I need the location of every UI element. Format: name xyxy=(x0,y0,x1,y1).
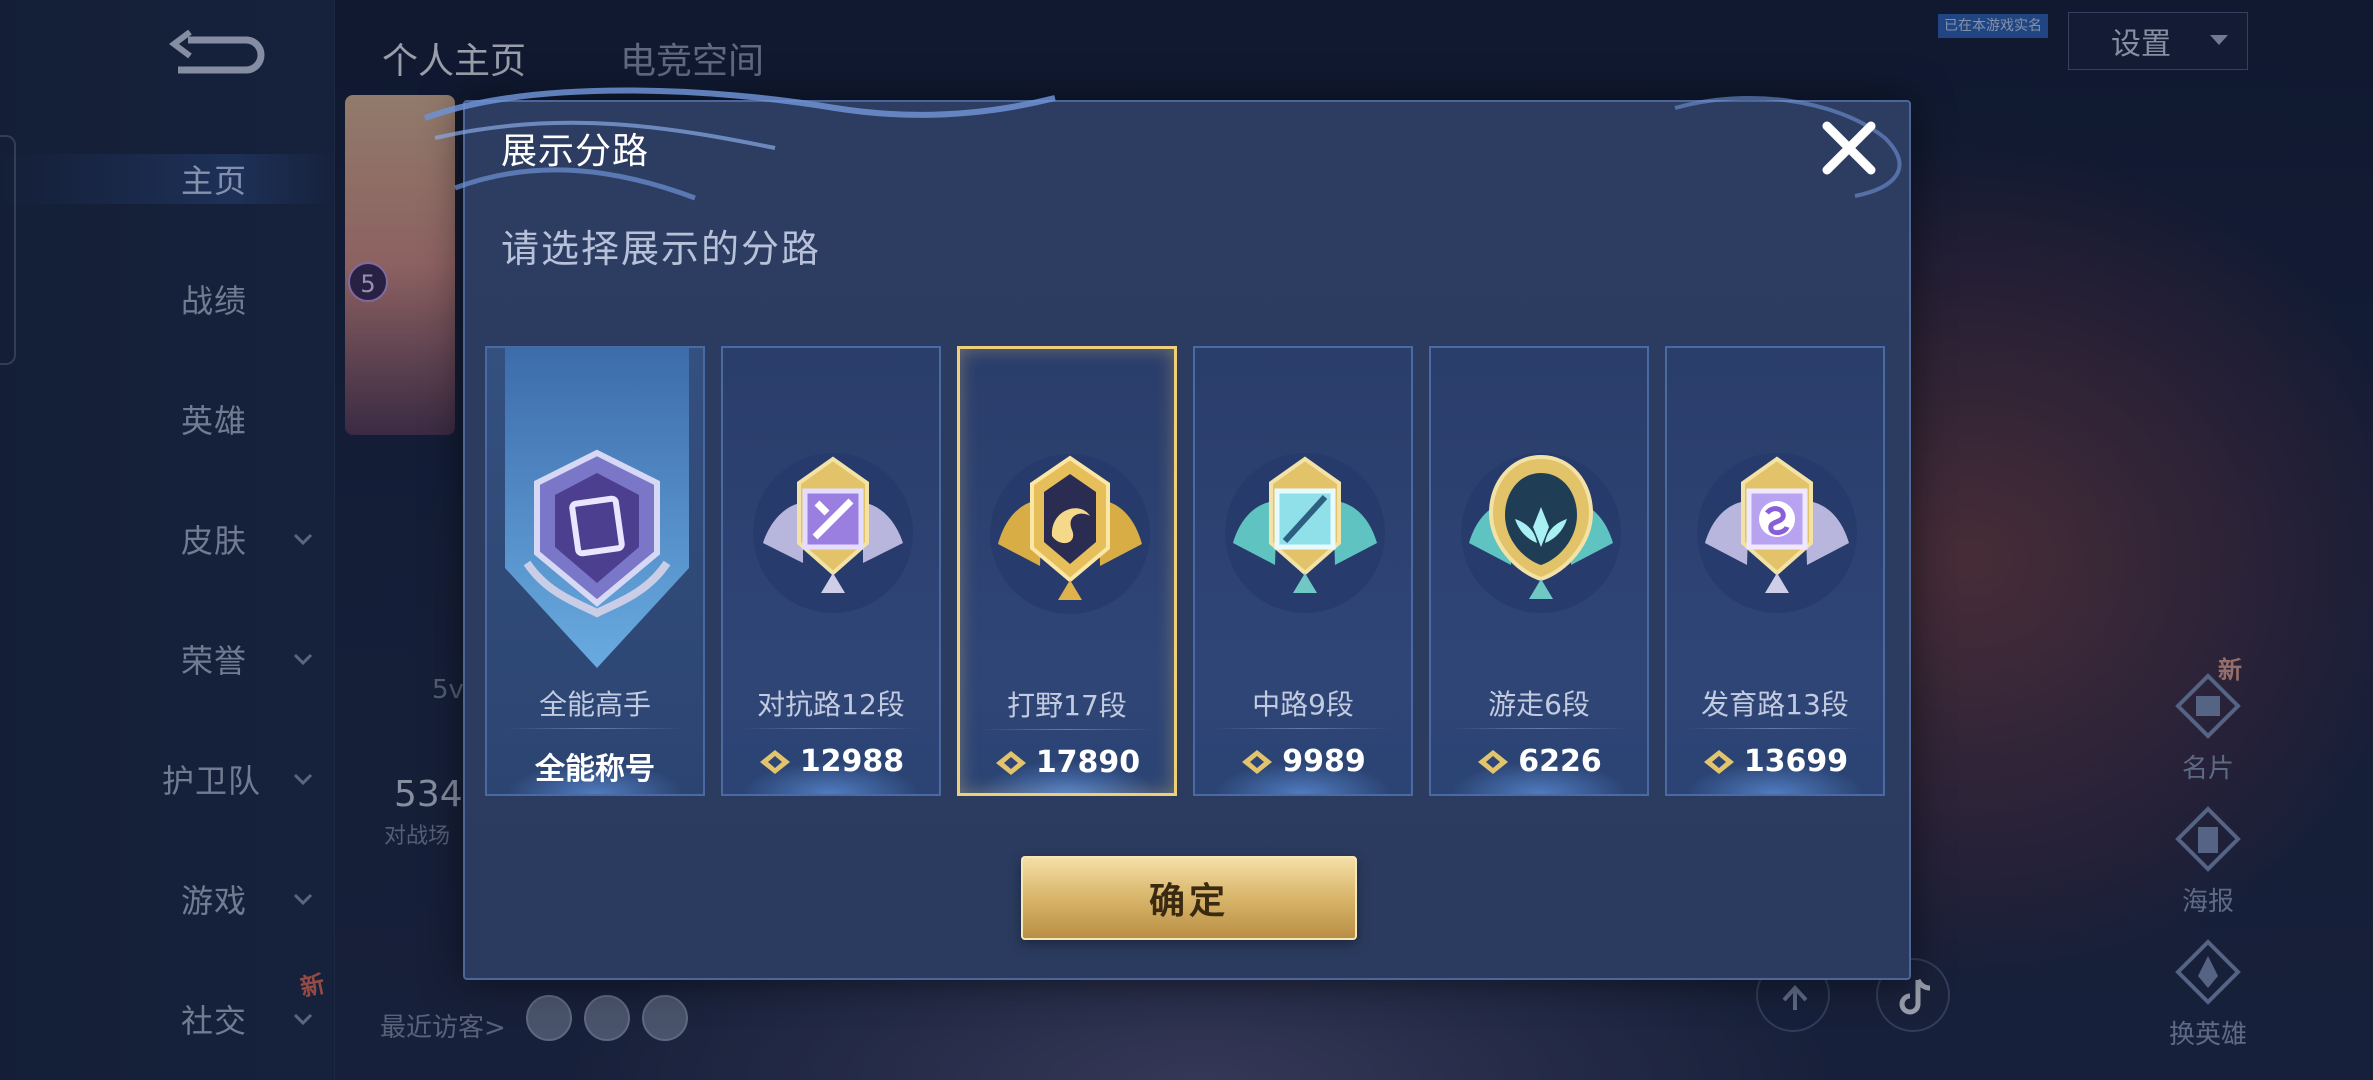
lane-card-name: 游走6段 xyxy=(1488,688,1590,721)
lane-card-jungle[interactable]: 打野17段 17890 xyxy=(957,346,1177,796)
lane-points-icon xyxy=(1703,749,1734,774)
lane-card-value-row: 全能称号 xyxy=(487,744,703,788)
lane-points-icon xyxy=(759,749,790,774)
lane-card-name: 全能高手 xyxy=(538,688,651,721)
lane-card-value-row: 13699 xyxy=(1667,744,1883,779)
lane-card-roam[interactable]: 游走6段 6226 xyxy=(1429,346,1649,796)
lane-card-value-row: 6226 xyxy=(1431,744,1647,779)
lane-card-name: 打野17段 xyxy=(1007,689,1127,722)
roam-badge-icon xyxy=(1461,453,1621,613)
mid-lane-badge-icon xyxy=(1225,453,1385,613)
lane-points-icon xyxy=(1478,749,1509,774)
card-divider xyxy=(507,728,683,729)
lane-points-icon xyxy=(1242,749,1273,774)
card-divider xyxy=(1687,728,1863,729)
lane-card-name: 中路9段 xyxy=(1252,688,1354,721)
profile-screen: 主页 战绩 英雄 皮肤 荣誉 护卫队 游戏 社交 新 个人主页 电竞空间 已在本… xyxy=(0,0,2373,1080)
lane-card-mid[interactable]: 中路9段 9989 xyxy=(1193,346,1413,796)
card-divider xyxy=(1451,728,1627,729)
jungle-badge-icon xyxy=(990,454,1150,614)
clash-lane-badge-icon xyxy=(753,453,913,613)
lane-card-name: 发育路13段 xyxy=(1701,688,1849,721)
lane-card-value: 13699 xyxy=(1743,744,1849,779)
lane-card-value: 6226 xyxy=(1518,744,1602,779)
lane-display-dialog: 展示分路 请选择展示的分路 全能高手 全能称号 对抗路12段 12988 打野1… xyxy=(423,87,1911,980)
card-divider xyxy=(743,728,919,729)
card-divider xyxy=(1215,728,1391,729)
dialog-subtitle: 请选择展示的分路 xyxy=(501,227,822,271)
all-round-badge-icon xyxy=(523,449,671,618)
confirm-button[interactable]: 确定 xyxy=(1021,856,1357,940)
lane-card-value-row: 12988 xyxy=(723,744,939,779)
lane-card-value-row: 9989 xyxy=(1195,744,1411,779)
close-icon[interactable] xyxy=(1817,116,1881,180)
lane-card-value: 9989 xyxy=(1282,744,1366,779)
lane-card-value: 17890 xyxy=(1035,745,1141,780)
lane-card-name: 对抗路12段 xyxy=(757,688,905,721)
lane-card-all-round[interactable]: 全能高手 全能称号 xyxy=(485,346,705,796)
farm-lane-badge-icon xyxy=(1697,453,1857,613)
lane-points-icon xyxy=(995,750,1026,775)
lane-card-farm[interactable]: 发育路13段 13699 xyxy=(1665,346,1885,796)
lane-card-value-row: 17890 xyxy=(960,745,1174,780)
dialog-title: 展示分路 xyxy=(501,131,650,172)
lane-card-value: 12988 xyxy=(799,744,905,779)
card-divider xyxy=(980,729,1154,730)
lane-card-value: 全能称号 xyxy=(535,752,655,787)
lane-card-clash[interactable]: 对抗路12段 12988 xyxy=(721,346,941,796)
